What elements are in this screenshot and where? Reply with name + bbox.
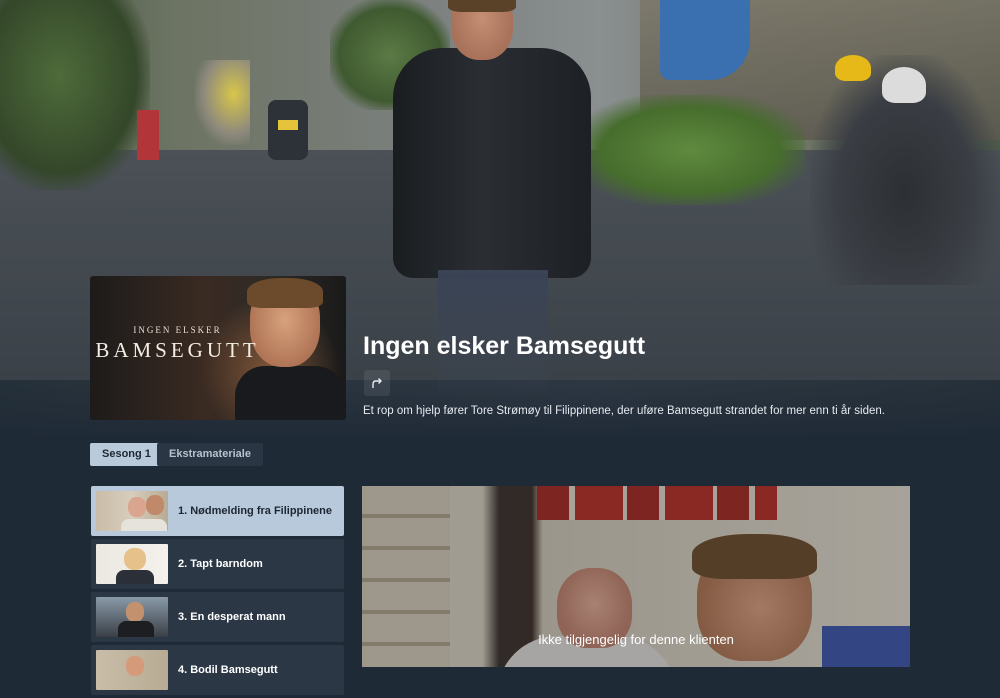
tab-extra-material[interactable]: Ekstramateriale xyxy=(157,443,263,466)
hero-motorbike xyxy=(810,55,1000,285)
player-unavailable-message: Ikke tilgjengelig for denne klienten xyxy=(538,632,734,647)
episode-thumbnail xyxy=(96,544,168,584)
hero-bushes xyxy=(575,95,805,205)
episode-list: 1. Nødmelding fra Filippinene 2. Tapt ba… xyxy=(91,486,344,698)
hero-tarp xyxy=(660,0,750,80)
hero-pedestrians xyxy=(195,60,250,145)
episode-title: 3. En desperat mann xyxy=(178,611,286,623)
episode-thumbnail xyxy=(96,650,168,690)
tab-season-1[interactable]: Sesong 1 xyxy=(90,443,163,466)
share-arrow-icon xyxy=(372,378,382,388)
show-description: Et rop om hjelp fører Tore Strømøy til F… xyxy=(363,405,885,417)
episode-title: 2. Tapt barndom xyxy=(178,558,263,570)
video-player[interactable]: Ikke tilgjengelig for denne klienten xyxy=(362,486,910,667)
episode-item-1[interactable]: 1. Nødmelding fra Filippinene xyxy=(91,486,344,536)
episode-title: 1. Nødmelding fra Filippinene xyxy=(178,505,333,517)
poster-kicker: INGEN ELSKER xyxy=(133,325,222,335)
hero-bin xyxy=(137,110,159,160)
episode-title: 4. Bodil Bamsegutt xyxy=(178,664,278,676)
episode-item-4[interactable]: 4. Bodil Bamsegutt xyxy=(91,645,344,695)
episode-item-3[interactable]: 3. En desperat mann xyxy=(91,592,344,642)
share-button[interactable] xyxy=(364,370,390,396)
hero-trees xyxy=(0,0,150,190)
episode-thumbnail xyxy=(96,597,168,637)
episode-item-2[interactable]: 2. Tapt barndom xyxy=(91,539,344,589)
hero-background-motorbike xyxy=(268,100,308,160)
episode-thumbnail xyxy=(96,491,168,531)
poster-title: BAMSEGUTT xyxy=(95,338,260,362)
show-poster: INGEN ELSKER BAMSEGUTT xyxy=(90,276,346,420)
page-title: Ingen elsker Bamsegutt xyxy=(363,332,646,360)
